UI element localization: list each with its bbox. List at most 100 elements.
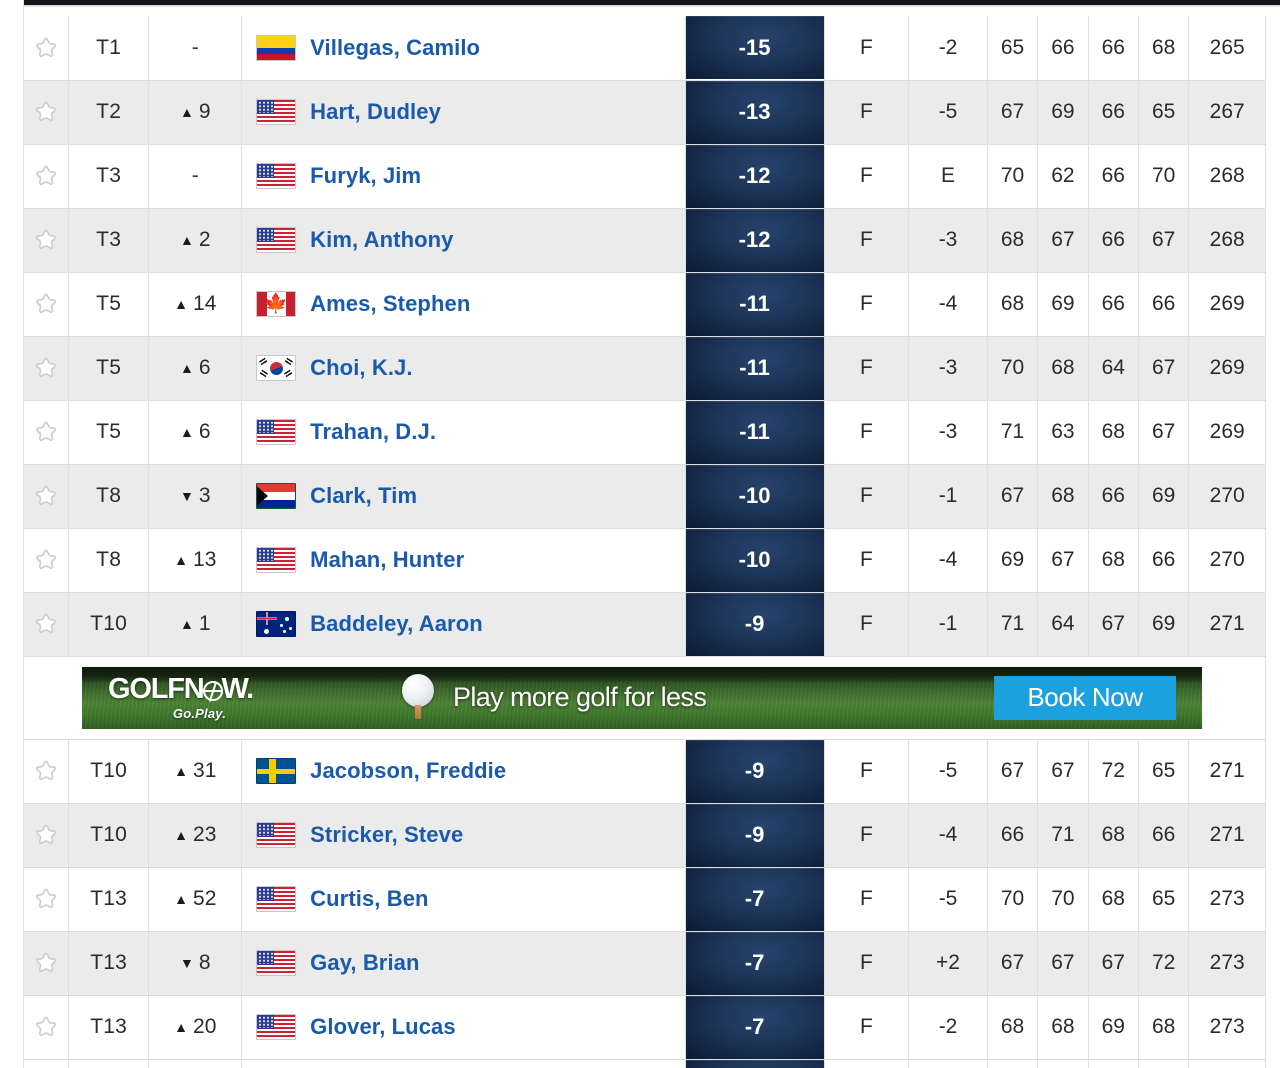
flag-australia: [256, 611, 297, 637]
player-name-link[interactable]: Villegas, Camilo: [310, 35, 480, 61]
movement-up-icon: ▲: [180, 104, 194, 120]
player-cell[interactable]: [241, 1059, 686, 1068]
player-name-link[interactable]: Curtis, Ben: [310, 886, 428, 912]
star-outline-icon[interactable]: [33, 1014, 59, 1040]
player-name-link[interactable]: Clark, Tim: [310, 483, 417, 509]
round-1-cell: 67: [987, 80, 1039, 145]
table-row[interactable]: T5 ▲ 6 Choi, K.J. -11 F -3 70 68 64 67 269: [24, 336, 1266, 401]
star-outline-icon[interactable]: [33, 419, 59, 445]
player-cell[interactable]: Gay, Brian: [241, 931, 686, 996]
favorite-star-cell[interactable]: [24, 400, 69, 465]
flag-sweden: [256, 758, 297, 784]
star-outline-icon[interactable]: [33, 822, 59, 848]
score-value: -9: [685, 592, 824, 656]
table-row[interactable]: T3- Furyk, Jim -12 F E 70 62 66 70 268: [24, 144, 1266, 209]
star-outline-icon[interactable]: [33, 355, 59, 381]
movement-value: 20: [193, 1015, 217, 1038]
score-cell: -7: [685, 931, 825, 996]
table-row[interactable]: T8 ▼ 3 Clark, Tim -10 F -1 67 68 66 69 270: [24, 464, 1266, 529]
favorite-star-cell[interactable]: [24, 1059, 69, 1068]
player-cell[interactable]: Kim, Anthony: [241, 208, 686, 273]
flag-south-africa: [256, 483, 297, 509]
table-row[interactable]: T2 ▲ 9 Hart, Dudley -13 F -5 67 69 66 65 267: [24, 80, 1266, 145]
player-name-link[interactable]: Furyk, Jim: [310, 163, 421, 189]
score-cell: -15: [685, 16, 825, 81]
player-cell[interactable]: Villegas, Camilo: [241, 16, 686, 81]
table-row[interactable]: T3 ▲ 2 Kim, Anthony -12 F -3 68 67 66 67 268: [24, 208, 1266, 273]
round-1-cell: 67: [987, 739, 1039, 804]
player-name-link[interactable]: Kim, Anthony: [310, 227, 453, 253]
favorite-star-cell[interactable]: [24, 592, 69, 657]
movement-up-icon: ▲: [174, 552, 189, 568]
star-outline-icon[interactable]: [33, 483, 59, 509]
player-name-link[interactable]: Jacobson, Freddie: [310, 758, 506, 784]
star-outline-icon[interactable]: [33, 758, 59, 784]
star-outline-icon[interactable]: [33, 611, 59, 637]
favorite-star-cell[interactable]: [24, 80, 69, 145]
star-outline-icon[interactable]: [33, 163, 59, 189]
score-value: -12: [685, 144, 824, 208]
player-cell[interactable]: Glover, Lucas: [241, 995, 686, 1060]
player-name-link[interactable]: Ames, Stephen: [310, 291, 470, 317]
player-cell[interactable]: Jacobson, Freddie: [241, 739, 686, 804]
player-name-link[interactable]: Trahan, D.J.: [310, 419, 436, 445]
golfnow-ad-banner[interactable]: GOLFN W. Go.Play. Play more golf for less Bo…: [82, 666, 1202, 729]
star-outline-icon[interactable]: [33, 291, 59, 317]
star-outline-icon[interactable]: [33, 886, 59, 912]
player-cell[interactable]: Curtis, Ben: [241, 867, 686, 932]
player-name-link[interactable]: Hart, Dudley: [310, 99, 441, 125]
table-row[interactable]: T13 ▲ 20 Glover, Lucas -7 F -2 68 68 69 68 273: [24, 995, 1266, 1060]
player-name-link[interactable]: Baddeley, Aaron: [310, 611, 483, 637]
player-cell[interactable]: Furyk, Jim: [241, 144, 686, 209]
table-row[interactable]: T8 ▲ 13 Mahan, Hunter -10 F -4 69 67 68 66 270: [24, 528, 1266, 593]
player-cell[interactable]: Trahan, D.J.: [241, 400, 686, 465]
book-now-button[interactable]: Book Now: [994, 675, 1176, 720]
star-outline-icon[interactable]: [33, 547, 59, 573]
player-cell[interactable]: Mahan, Hunter: [241, 528, 686, 593]
favorite-star-cell[interactable]: [24, 144, 69, 209]
star-outline-icon[interactable]: [33, 950, 59, 976]
table-row[interactable]: T13 ▲ 52 Curtis, Ben -7 F -5 70 70 68 65 273: [24, 867, 1266, 932]
favorite-star-cell[interactable]: [24, 739, 69, 804]
favorite-star-cell[interactable]: [24, 931, 69, 996]
favorite-star-cell[interactable]: [24, 16, 69, 81]
table-row[interactable]: T10 ▲ 1 Baddeley, Aaron -9 F -1 71 64 67 69 271: [24, 592, 1266, 657]
favorite-star-cell[interactable]: [24, 464, 69, 529]
player-name-link[interactable]: Stricker, Steve: [310, 822, 463, 848]
table-row[interactable]: T5 ▲ 14 🍁 Ames, Stephen -11 F -4 68 69 66 66 269: [24, 272, 1266, 337]
star-outline-icon[interactable]: [33, 35, 59, 61]
player-name-link[interactable]: Gay, Brian: [310, 950, 419, 976]
player-name-link[interactable]: Choi, K.J.: [310, 355, 412, 381]
table-row[interactable]: T10 ▲ 31 Jacobson, Freddie -9 F -5 67 67 72 65 271: [24, 739, 1266, 804]
movement-cell: ▲ 52: [148, 867, 243, 932]
favorite-star-cell[interactable]: [24, 528, 69, 593]
player-name-link[interactable]: Mahan, Hunter: [310, 547, 464, 573]
favorite-star-cell[interactable]: [24, 272, 69, 337]
player-cell[interactable]: Baddeley, Aaron: [241, 592, 686, 657]
favorite-star-cell[interactable]: [24, 803, 69, 868]
player-cell[interactable]: Stricker, Steve: [241, 803, 686, 868]
favorite-star-cell[interactable]: [24, 336, 69, 401]
player-cell[interactable]: Hart, Dudley: [241, 80, 686, 145]
table-row-partial[interactable]: [24, 1059, 1266, 1068]
star-outline-icon[interactable]: [33, 99, 59, 125]
favorite-star-cell[interactable]: [24, 208, 69, 273]
player-cell[interactable]: Clark, Tim: [241, 464, 686, 529]
favorite-star-cell[interactable]: [24, 995, 69, 1060]
movement-cell: -: [148, 16, 243, 81]
player-cell[interactable]: 🍁 Ames, Stephen: [241, 272, 686, 337]
table-row[interactable]: T1- Villegas, Camilo -15 F -2 65 66 66 68 265: [24, 16, 1266, 81]
movement-value: 31: [193, 759, 217, 782]
table-row[interactable]: T10 ▲ 23 Stricker, Steve -9 F -4 66 71 68 66 271: [24, 803, 1266, 868]
star-outline-icon[interactable]: [33, 227, 59, 253]
golfnow-brand-text: GOLFN W.: [108, 673, 254, 705]
player-cell[interactable]: Choi, K.J.: [241, 336, 686, 401]
round-3-cell: 72: [1088, 739, 1139, 804]
round-2-cell: 69: [1037, 272, 1089, 337]
round-1-cell: 65: [987, 16, 1039, 81]
player-name-link[interactable]: Glover, Lucas: [310, 1014, 456, 1040]
favorite-star-cell[interactable]: [24, 867, 69, 932]
movement-cell: ▲ 31: [148, 739, 243, 804]
table-row[interactable]: T13 ▼ 8 Gay, Brian -7 F +2 67 67 67 72 273: [24, 931, 1266, 996]
table-row[interactable]: T5 ▲ 6 Trahan, D.J. -11 F -3 71 63 68 67 269: [24, 400, 1266, 465]
